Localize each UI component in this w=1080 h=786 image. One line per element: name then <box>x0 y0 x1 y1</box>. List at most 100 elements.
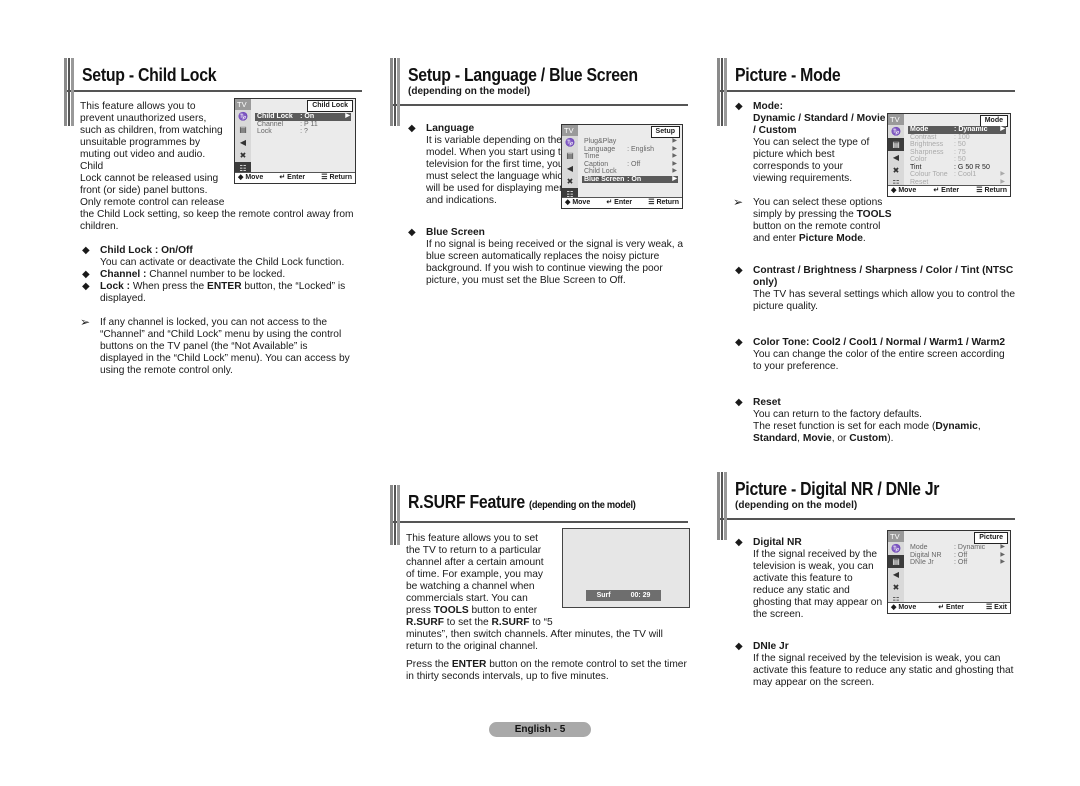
osd-row[interactable]: Brightness: 50 <box>908 141 1006 149</box>
osd-tv-label: TV <box>235 99 251 110</box>
osd-sidebar: TV ♑ ▤ ◀ ✖ ☷ <box>888 531 904 604</box>
bullet-reset: ◆ Reset You can return to the factory de… <box>735 397 981 444</box>
osd-row[interactable]: Mode: Dynamic ▶ <box>908 544 1006 552</box>
osd-footer: ◆ Move ↵ Enter ☰ Return <box>562 197 682 208</box>
osd-tv-label: TV <box>888 531 904 542</box>
osd-row[interactable]: Mode: Dynamic ▶ <box>908 126 1006 134</box>
child-lock-heading: Setup - Child Lock <box>64 58 362 126</box>
rsurf-osd-bar: Surf 00: 29 <box>586 590 661 601</box>
language-subtitle: (depending on the model) <box>408 86 531 97</box>
osd-enter-hint: ↵ Enter <box>938 604 964 612</box>
sound-icon: ◀ <box>239 137 247 147</box>
picture-icon: ▤ <box>239 124 247 134</box>
diamond-bullet-icon: ◆ <box>735 337 743 348</box>
rsurf-heading: R.SURF Feature (depending on the model) <box>390 485 688 545</box>
osd-return-hint: ☰ Return <box>976 187 1007 195</box>
antenna-icon: ♑ <box>891 126 901 136</box>
osd-row[interactable]: Child Lock ▶ <box>582 168 678 176</box>
osd-row[interactable]: Plug&Play ▶ <box>582 138 678 146</box>
digital-nr-subtitle: (depending on the model) <box>735 500 858 511</box>
osd-exit-hint: ☰ Exit <box>985 604 1007 612</box>
rsurf-timer-text: Press the ENTER button on the remote con… <box>406 659 687 682</box>
bullet-blue-screen: ◆ Blue Screen If no signal is being rece… <box>408 227 684 286</box>
diamond-bullet-icon: ◆ <box>82 269 90 280</box>
picture-mode-note: ➢ You can select these options simply by… <box>733 195 892 244</box>
picture-icon: ▤ <box>888 555 904 568</box>
bullet-language: ◆ Language It is variable depending on t… <box>408 123 576 206</box>
osd-title: Picture <box>974 532 1008 544</box>
osd-row[interactable]: Tint: G 50 R 50 <box>908 164 1006 172</box>
osd-rows: Mode: Dynamic ▶ Digital NR: Off ▶ DNIe Jr:… <box>908 544 1006 567</box>
digital-nr-title: Picture - Digital NR / DNIe Jr <box>735 479 940 499</box>
child-lock-intro: This feature allows you to prevent unaut… <box>80 101 225 208</box>
rsurf-osd-label: Surf <box>596 591 611 599</box>
osd-row[interactable]: Digital NR: Off ▶ <box>908 552 1006 560</box>
diamond-bullet-icon: ◆ <box>735 265 743 276</box>
child-lock-osd-menu: TV ♑ ▤ ◀ ✖ ☷ Child Lock Child Lock: On ▶ … <box>234 98 356 184</box>
osd-row[interactable]: Sharpness: 75 <box>908 149 1006 157</box>
diamond-bullet-icon: ◆ <box>735 101 743 112</box>
child-lock-intro-tail: the Child Lock setting, so keep the remo… <box>80 209 354 232</box>
osd-footer: ◆ Move ↵ Enter ☰ Return <box>235 172 355 183</box>
diamond-bullet-icon: ◆ <box>82 281 90 292</box>
language-heading: Setup - Language / Blue Screen (dependin… <box>390 58 688 126</box>
sound-icon: ◀ <box>892 152 900 162</box>
rsurf-title: R.SURF Feature (depending on the model) <box>408 492 636 512</box>
bullet-color-tone: ◆ Color Tone: Cool2 / Cool1 / Normal / W… <box>735 337 1006 372</box>
osd-row[interactable]: Caption: Off ▶ <box>582 161 678 169</box>
osd-footer: ◆ Move ↵ Enter ☰ Exit <box>888 602 1010 613</box>
bullet-child-lock: ◆ Child Lock : On/Off You can activate o… <box>82 245 345 268</box>
osd-title: Setup <box>650 126 680 138</box>
arrow-note-icon: ➢ <box>80 315 91 329</box>
osd-sidebar: TV ♑ ▤ ◀ ✖ ☷ <box>235 99 251 175</box>
picture-icon: ▤ <box>566 150 574 160</box>
osd-row[interactable]: Lock: ? <box>255 128 351 136</box>
osd-row[interactable]: DNIe Jr: Off ▶ <box>908 559 1006 567</box>
setup-osd-menu: TV ♑ ▤ ◀ ✖ ☷ Setup Plug&Play ▶ Language: … <box>561 124 683 209</box>
child-lock-title: Setup - Child Lock <box>82 65 217 85</box>
bullet-mode: ◆ Mode: Dynamic / Standard / Movie / Cus… <box>735 101 886 184</box>
osd-move-hint: ◆ Move <box>891 187 917 195</box>
osd-move-hint: ◆ Move <box>238 174 264 182</box>
bullet-contrast: ◆ Contrast / Brightness / Sharpness / Co… <box>735 265 1015 312</box>
channel-icon: ✖ <box>239 150 247 160</box>
channel-icon: ✖ <box>892 165 900 175</box>
osd-row[interactable]: Language: English ▶ <box>582 146 678 154</box>
bullet-channel: ◆ Channel : Channel number to be locked. <box>82 269 286 280</box>
picture-icon: ▤ <box>888 138 904 151</box>
osd-sidebar: TV ♑ ▤ ◀ ✖ ☷ <box>562 125 578 201</box>
osd-footer: ◆ Move ↵ Enter ☰ Return <box>888 185 1010 196</box>
osd-tv-label: TV <box>562 125 578 136</box>
osd-rows: Mode: Dynamic ▶ Contrast: 100 Brightness:… <box>908 126 1006 186</box>
osd-row[interactable]: Blue Screen: On ▶ <box>582 175 678 183</box>
language-title: Setup - Language / Blue Screen <box>408 65 638 85</box>
osd-enter-hint: ↵ Enter <box>606 199 633 207</box>
osd-row[interactable]: Contrast: 100 <box>908 134 1006 142</box>
child-lock-note: ➢ If any channel is locked, you can not … <box>80 315 350 376</box>
osd-row[interactable]: Channel: P 11 <box>255 121 351 129</box>
osd-title: Child Lock <box>307 100 353 112</box>
digital-nr-heading: Picture - Digital NR / DNIe Jr (dependin… <box>717 472 1015 540</box>
rsurf-subtitle: (depending on the model) <box>529 499 636 511</box>
osd-sidebar: TV ♑ ▤ ◀ ✖ ☷ <box>888 114 904 187</box>
diamond-bullet-icon: ◆ <box>82 245 90 256</box>
sound-icon: ◀ <box>892 569 900 579</box>
diamond-bullet-icon: ◆ <box>735 641 743 652</box>
osd-move-hint: ◆ Move <box>565 199 591 207</box>
osd-row[interactable]: Colour Tone: Cool1 ▶ <box>908 171 1006 179</box>
diamond-bullet-icon: ◆ <box>408 123 416 134</box>
picture-mode-heading: Picture - Mode <box>717 58 1015 126</box>
osd-row[interactable]: Color: 50 <box>908 156 1006 164</box>
osd-row[interactable]: Time ▶ <box>582 153 678 161</box>
page-number-badge: English - 5 <box>489 722 591 737</box>
osd-row[interactable]: Child Lock: On ▶ <box>255 113 351 121</box>
osd-tv-label: TV <box>888 114 904 125</box>
diamond-bullet-icon: ◆ <box>735 537 743 548</box>
antenna-icon: ♑ <box>565 137 575 147</box>
bullet-dnie-jr: ◆ DNIe Jr If the signal received by the … <box>735 641 1014 688</box>
osd-return-hint: ☰ Return <box>321 174 352 182</box>
picture-osd-menu: TV ♑ ▤ ◀ ✖ ☷ Picture Mode: Dynamic ▶ Digi… <box>887 530 1011 614</box>
channel-icon: ✖ <box>892 582 900 592</box>
diamond-bullet-icon: ◆ <box>735 397 743 408</box>
osd-return-hint: ☰ Return <box>648 199 679 207</box>
